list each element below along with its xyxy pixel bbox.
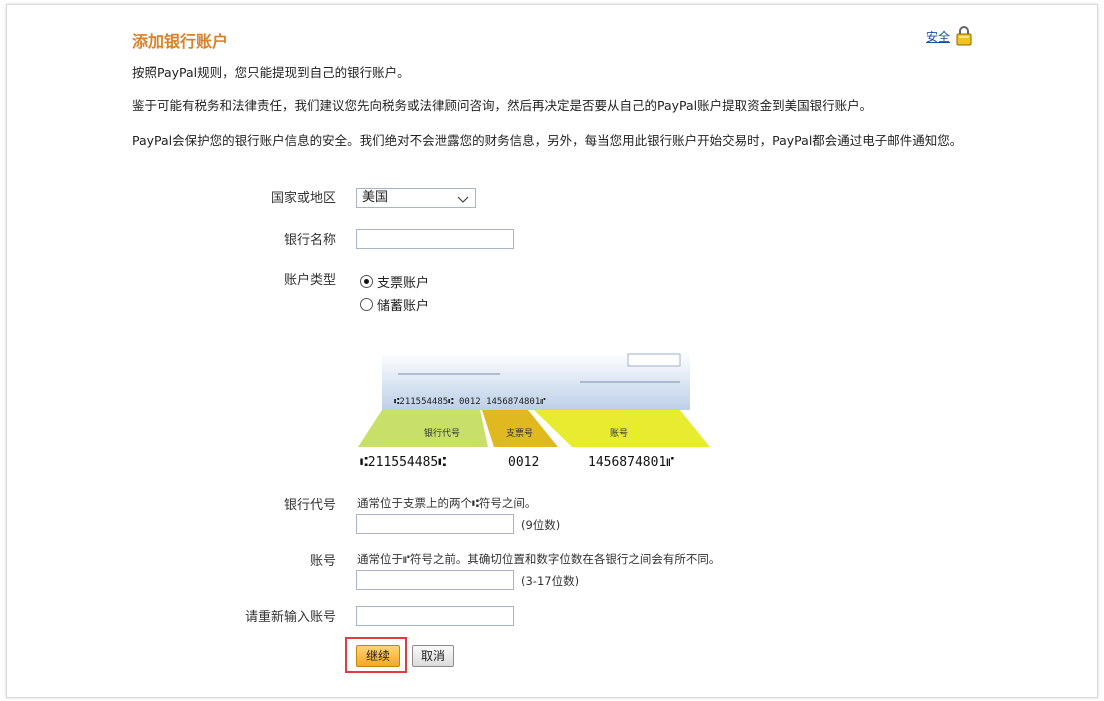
reenter-account-input[interactable] — [356, 606, 514, 626]
account-sub: (3-17位数) — [521, 574, 580, 588]
page-title: 添加银行账户 — [132, 32, 229, 51]
intro-paragraph-1: 按照PayPal规则，您只能提现到自己的银行账户。 — [132, 65, 410, 80]
account-input[interactable] — [356, 570, 514, 590]
intro-paragraph-2: 鉴于可能有税务和法律责任，我们建议您先向税务或法律顾问咨询，然后再决定是否要从自… — [132, 98, 873, 113]
chevron-down-icon — [457, 192, 469, 210]
routing-sub: (9位数) — [521, 518, 561, 532]
country-label: 国家或地区 — [270, 191, 336, 206]
intro-paragraph-3: PayPal会保护您的银行账户信息的安全。我们绝对不会泄露您的财务信息，另外，每… — [132, 133, 963, 148]
account-type-label: 账户类型 — [283, 273, 336, 288]
reenter-label: 请重新输入账号 — [244, 610, 336, 625]
check-label-routing: 银行代号 — [424, 427, 460, 439]
radio-savings-label: 储蓄账户 — [377, 299, 430, 314]
check-label-checknum: 支票号 — [506, 427, 533, 439]
check-illustration: ⑆211554485⑆ 0012 1456874801⑈ 银行代号 支票号 账号… — [358, 352, 718, 476]
account-hint: 通常位于⑈符号之前。其确切位置和数字位数在各银行之间会有所不同。 — [357, 552, 721, 566]
country-value: 美国 — [362, 190, 389, 205]
radio-checking-button[interactable] — [360, 275, 373, 288]
security-link[interactable]: 安全 — [926, 28, 950, 45]
radio-checking[interactable]: 支票账户 — [360, 272, 429, 291]
routing-label: 银行代号 — [283, 498, 336, 513]
routing-hint: 通常位于支票上的两个⑆符号之间。 — [357, 496, 537, 510]
radio-savings-button[interactable] — [360, 298, 373, 311]
security-area: 安全 — [926, 26, 972, 46]
check-label-account: 账号 — [610, 428, 628, 439]
bank-name-input[interactable] — [356, 229, 514, 249]
account-label: 账号 — [309, 554, 336, 569]
check-number: 0012 — [508, 455, 539, 470]
country-select[interactable]: 美国 — [356, 188, 476, 208]
lock-icon — [956, 26, 972, 46]
check-routing-number: ⑆211554485⑆ — [360, 455, 446, 470]
routing-input[interactable] — [356, 514, 514, 534]
check-micr-top: ⑆211554485⑆ 0012 1456874801⑈ — [394, 397, 546, 407]
cancel-button[interactable]: 取消 — [412, 645, 454, 667]
check-account-number: 1456874801⑈ — [588, 455, 674, 470]
continue-button[interactable]: 继续 — [356, 645, 400, 667]
radio-savings[interactable]: 储蓄账户 — [360, 295, 429, 314]
radio-checking-label: 支票账户 — [377, 276, 430, 291]
bank-name-label: 银行名称 — [283, 233, 336, 248]
